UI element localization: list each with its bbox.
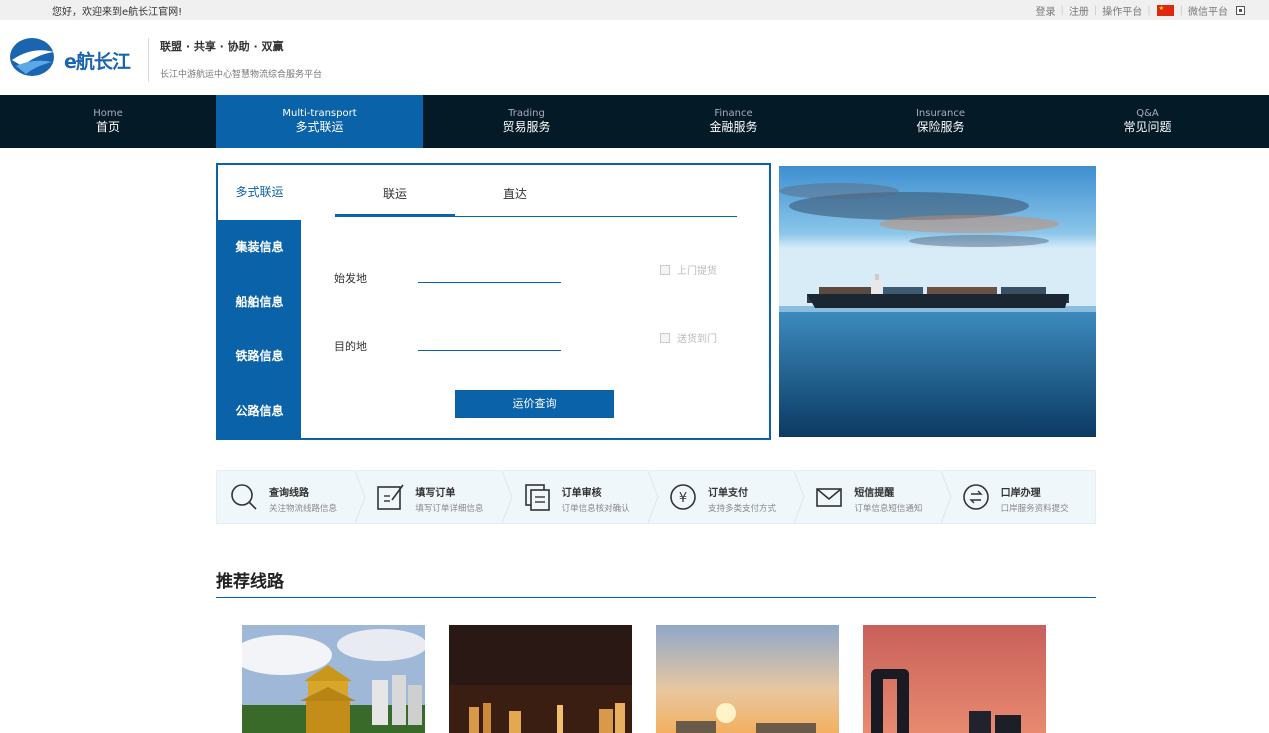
destination-input[interactable] <box>418 331 561 351</box>
step-order-payment[interactable]: ¥ 订单支付 支持多类支付方式 <box>656 471 805 523</box>
nav-en-label: Q&A <box>1136 108 1159 119</box>
top-bar: 您好，欢迎来到e航长江官网! 登录 | 注册 | 操作平台 | | 微信平台 <box>0 0 1269 20</box>
nav-cn-label: 多式联运 <box>295 120 344 134</box>
nav-en-label: Insurance <box>915 108 966 119</box>
step-port-handling[interactable]: 口岸办理 口岸服务资料提交 <box>949 471 1095 523</box>
wechat-platform-link[interactable]: 微信平台 <box>1183 3 1233 18</box>
nav-trading[interactable]: Trading 贸易服务 <box>423 95 630 148</box>
tab-direct[interactable]: 直达 <box>455 185 575 216</box>
logo-icon[interactable] <box>8 36 56 78</box>
step-desc: 关注物流线路信息 <box>269 504 338 514</box>
delivery-label: 送货到门 <box>677 334 717 345</box>
nav-en-label: Home <box>93 108 123 119</box>
header: e航长江 联盟 · 共享 · 协助 · 双赢 长江中游航运中心智慧物流综合服务平… <box>0 20 1269 95</box>
top-links: 登录 | 注册 | 操作平台 | | 微信平台 <box>1031 3 1245 18</box>
step-title: 填写订单 <box>415 488 456 499</box>
pickup-label: 上门提货 <box>677 266 717 277</box>
step-query-route[interactable]: 查询线路 关注物流线路信息 <box>217 471 366 523</box>
nav-multi-transport[interactable]: Multi-transport 多式联运 <box>216 95 423 148</box>
nav-qa[interactable]: Q&A 常见问题 <box>1044 95 1251 148</box>
search-panel: 多式联运 集装信息 船舶信息 铁路信息 公路信息 联运 直达 始发地 目的地 上… <box>216 163 771 440</box>
route-card-image[interactable] <box>656 625 839 733</box>
edit-icon <box>377 484 404 510</box>
checkbox-box[interactable] <box>660 332 670 343</box>
side-item-rail[interactable]: 铁路信息 <box>218 329 301 384</box>
route-card-image[interactable] <box>242 625 425 733</box>
side-item-multimodal[interactable]: 多式联运 <box>218 165 301 220</box>
nav-cn-label: 保险服务 <box>916 120 965 134</box>
logo-divider <box>148 38 149 82</box>
nav-cn-label: 贸易服务 <box>502 120 551 134</box>
step-title: 口岸办理 <box>1000 488 1041 499</box>
checkbox-box[interactable] <box>660 264 670 275</box>
step-title: 短信提醒 <box>854 488 895 499</box>
nav-en-label: Multi-transport <box>282 108 357 119</box>
exchange-icon <box>962 484 989 510</box>
step-desc: 口岸服务资料提交 <box>1000 504 1069 514</box>
step-desc: 支持多类支付方式 <box>707 504 776 514</box>
origin-label: 始发地 <box>334 272 367 285</box>
side-item-ship[interactable]: 船舶信息 <box>218 275 301 330</box>
section-divider <box>216 597 1096 598</box>
step-fill-order[interactable]: 填写订单 填写订单详细信息 <box>363 471 513 523</box>
tab-combined[interactable]: 联运 <box>335 185 455 216</box>
welcome-text: 您好，欢迎来到e航长江官网! <box>52 7 183 18</box>
document-icon <box>524 484 550 511</box>
sub-slogan: 长江中游航运中心智慧物流综合服务平台 <box>160 70 323 80</box>
search-icon <box>231 484 257 510</box>
step-order-review[interactable]: 订单审核 订单信息核对确认 <box>510 471 659 523</box>
recommended-title: 推荐线路 <box>216 572 284 592</box>
nav-cn-label: 金融服务 <box>709 120 758 134</box>
qr-code-icon[interactable] <box>1236 6 1245 15</box>
step-title: 查询线路 <box>269 488 309 499</box>
main-nav: Home 首页 Multi-transport 多式联运 Trading 贸易服… <box>0 95 1269 148</box>
delivery-checkbox[interactable]: 送货到门 <box>660 330 717 345</box>
route-cards <box>242 625 1070 733</box>
query-price-button[interactable]: 运价查询 <box>455 390 614 418</box>
pickup-checkbox[interactable]: 上门提货 <box>660 262 717 277</box>
step-desc: 填写订单详细信息 <box>415 504 484 514</box>
yen-icon: ¥ <box>670 484 696 510</box>
route-card-image[interactable] <box>863 625 1046 733</box>
nav-cn-label: 首页 <box>95 120 120 134</box>
svg-text:¥: ¥ <box>679 491 687 506</box>
nav-en-label: Finance <box>714 108 753 119</box>
nav-finance[interactable]: Finance 金融服务 <box>630 95 837 148</box>
china-flag-icon[interactable] <box>1156 5 1174 16</box>
mail-icon <box>816 488 843 507</box>
logo-text[interactable]: e航长江 <box>64 47 131 74</box>
side-item-road[interactable]: 公路信息 <box>218 384 301 439</box>
login-link[interactable]: 登录 <box>1031 3 1061 18</box>
ops-platform-link[interactable]: 操作平台 <box>1097 3 1147 18</box>
slogan: 联盟 · 共享 · 协助 · 双赢 <box>160 40 284 53</box>
destination-label: 目的地 <box>334 340 367 353</box>
step-title: 订单支付 <box>707 488 748 499</box>
nav-en-label: Trading <box>508 108 545 119</box>
divider: | <box>1147 5 1151 16</box>
cargo-ship-image <box>779 166 1096 437</box>
step-desc: 订单信息短信通知 <box>854 504 923 514</box>
side-menu: 多式联运 集装信息 船舶信息 铁路信息 公路信息 <box>218 165 301 438</box>
route-card-image[interactable] <box>449 625 632 733</box>
nav-cn-label: 常见问题 <box>1123 120 1172 134</box>
process-steps: 查询线路 关注物流线路信息 填写订单 填写订单详细信息 订单审核 订单信息核对确… <box>216 470 1096 524</box>
step-sms-reminder[interactable]: 短信提醒 订单信息短信通知 <box>802 471 952 523</box>
nav-insurance[interactable]: Insurance 保险服务 <box>837 95 1044 148</box>
route-tabs: 联运 直达 <box>335 185 737 217</box>
step-title: 订单审核 <box>561 488 602 499</box>
register-link[interactable]: 注册 <box>1064 3 1094 18</box>
origin-input[interactable] <box>418 263 561 283</box>
nav-home[interactable]: Home 首页 <box>0 95 216 148</box>
step-desc: 订单信息核对确认 <box>561 504 630 514</box>
side-item-container[interactable]: 集装信息 <box>218 220 301 275</box>
